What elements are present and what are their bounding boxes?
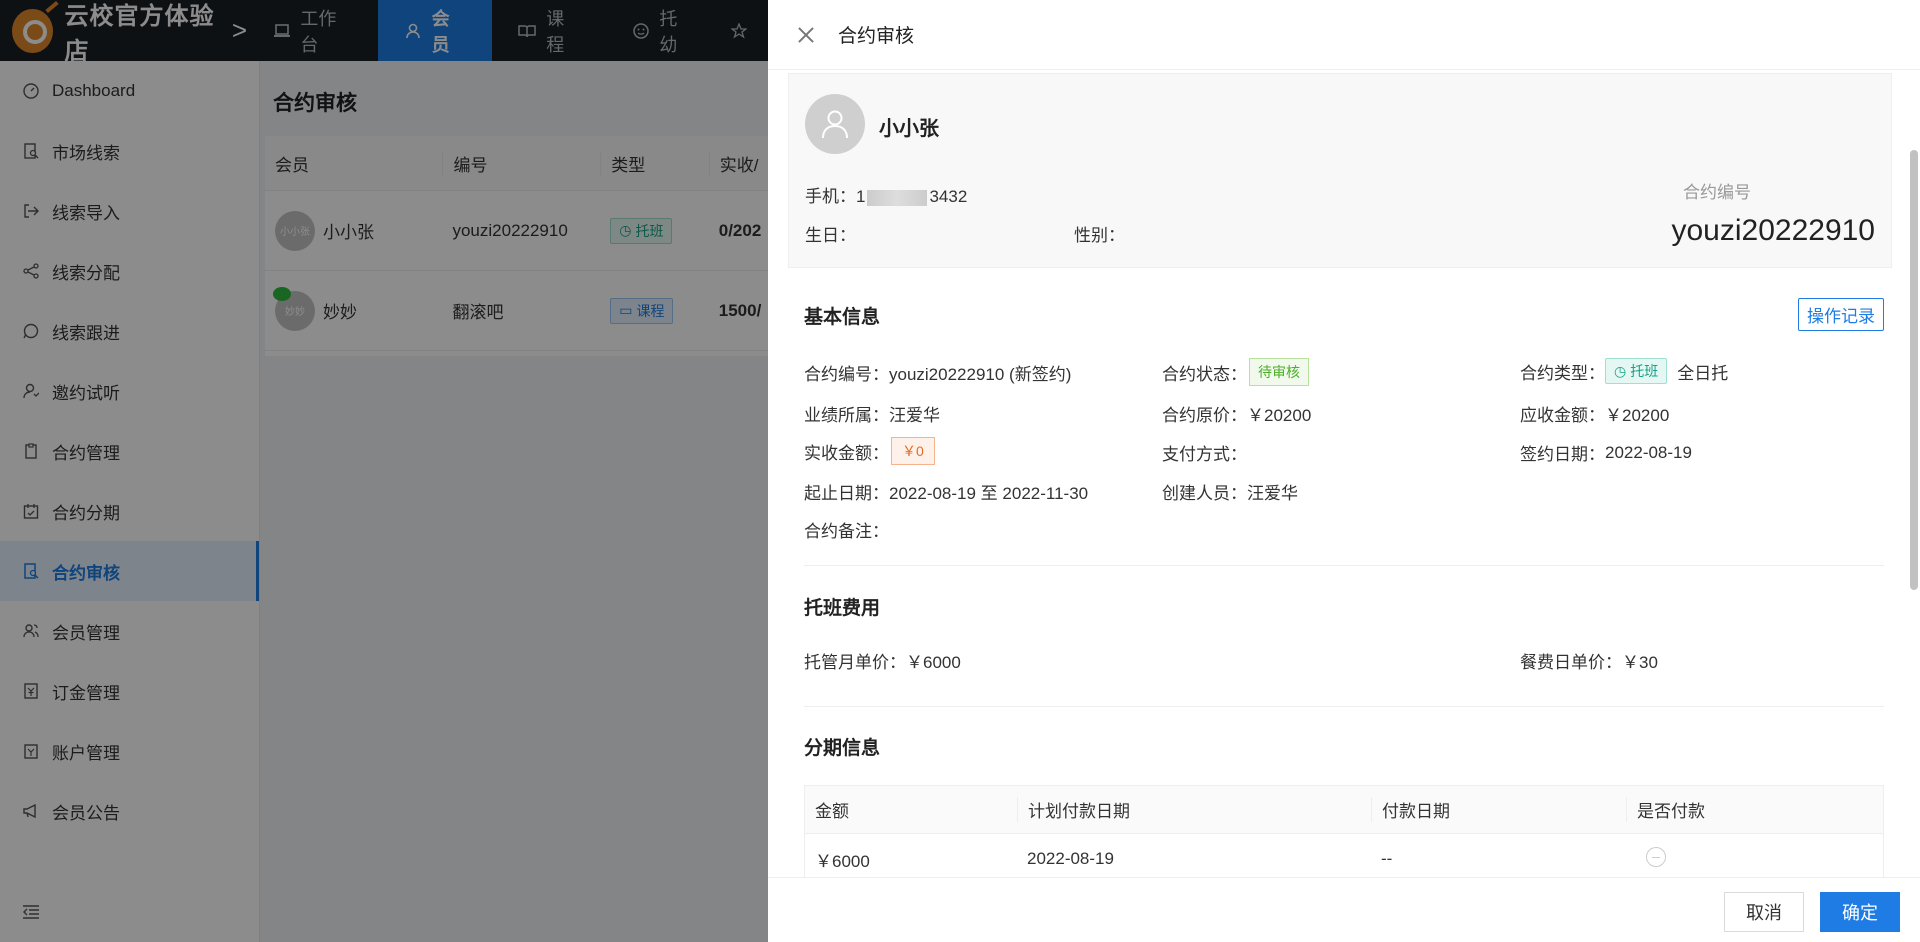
phone-field: 手机：1 3432 — [805, 187, 968, 206]
received-amount-field: 实收金额： ￥0 — [804, 437, 935, 465]
owner-field: 业绩所属： 汪爱华 — [804, 406, 940, 425]
meal-fee-field: 餐费日单价： ￥30 — [1520, 653, 1658, 672]
contract-no-label: 合约编号 — [1683, 183, 1751, 202]
plan-date: 2022-08-19 — [1027, 849, 1114, 868]
installments-table: 金额 计划付款日期 付款日期 是否付款 ￥6000 2022-08-19 -- — [804, 785, 1884, 877]
contract-audit-drawer: 合约审核 小小张 手机：1 3432 生日： 性别： 合约编号 youzi2022… — [768, 0, 1920, 942]
type-tag: ◷ 托班 — [1605, 358, 1668, 384]
fees-title: 托班费用 — [804, 598, 881, 619]
modal-overlay[interactable] — [0, 0, 768, 942]
contract-status-field: 合约状态： 待审核 — [1162, 358, 1309, 386]
table-row: ￥6000 2022-08-19 -- — [805, 834, 1883, 877]
masked-digits — [867, 189, 928, 206]
table-header: 金额 计划付款日期 付款日期 是否付款 — [805, 786, 1883, 834]
payment-method-field: 支付方式： — [1162, 445, 1247, 464]
operation-log-button[interactable]: 操作记录 — [1798, 298, 1884, 331]
column-header: 付款日期 — [1371, 797, 1626, 822]
column-header: 金额 — [815, 802, 849, 821]
drawer-footer: 取消 确定 — [768, 877, 1920, 942]
received-badge: ￥0 — [891, 437, 935, 465]
close-icon[interactable] — [796, 25, 816, 45]
sign-date-field: 签约日期： 2022-08-19 — [1520, 442, 1692, 465]
drawer-title: 合约审核 — [838, 26, 915, 47]
drawer-body: 小小张 手机：1 3432 生日： 性别： 合约编号 youzi20222910 … — [768, 70, 1920, 877]
installment-amount: ￥6000 — [815, 851, 870, 871]
divider — [804, 565, 1884, 566]
monthly-fee-field: 托管月单价： ￥6000 — [804, 653, 961, 672]
column-header: 是否付款 — [1626, 797, 1883, 822]
clock-icon: ◷ — [1614, 362, 1627, 379]
scrollbar[interactable] — [1910, 150, 1918, 590]
drawer-header: 合约审核 — [768, 0, 1920, 70]
person-icon — [822, 110, 848, 139]
contract-no-value: youzi20222910 — [1671, 214, 1875, 247]
member-name: 小小张 — [879, 118, 939, 140]
remark-field: 合约备注： — [804, 522, 889, 541]
birthday-field: 生日： — [805, 226, 856, 245]
contract-no-field: 合约编号： youzi20222910 (新签约) — [804, 365, 1072, 384]
basic-info-title: 基本信息 — [804, 307, 881, 328]
cancel-button[interactable]: 取消 — [1724, 892, 1804, 932]
installments-title: 分期信息 — [804, 738, 881, 759]
original-price-field: 合约原价： ￥20200 — [1162, 406, 1312, 425]
pay-date: -- — [1381, 849, 1393, 868]
status-badge: 待审核 — [1249, 358, 1309, 386]
contract-type-field: 合约类型： ◷ 托班 全日托 — [1520, 358, 1728, 384]
member-profile-card: 小小张 手机：1 3432 生日： 性别： 合约编号 youzi20222910 — [788, 73, 1892, 268]
avatar — [805, 94, 865, 154]
receivable-field: 应收金额： ￥20200 — [1520, 406, 1670, 425]
gender-field: 性别： — [1074, 226, 1125, 245]
confirm-button[interactable]: 确定 — [1820, 892, 1900, 932]
period-field: 起止日期： 2022-08-19 至 2022-11-30 — [804, 484, 1089, 503]
unpaid-status-icon — [1646, 846, 1666, 867]
column-header: 计划付款日期 — [1017, 797, 1371, 822]
divider — [804, 706, 1884, 707]
creator-field: 创建人员： 汪爱华 — [1162, 484, 1298, 503]
